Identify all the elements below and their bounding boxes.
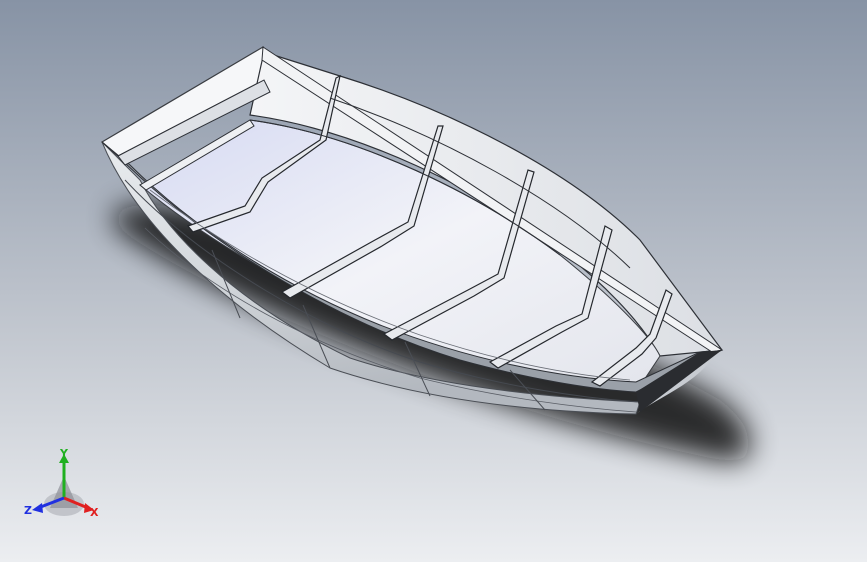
y-axis-label: Y (59, 448, 69, 460)
z-axis-label: Z (24, 504, 32, 517)
cad-graphics-viewport[interactable]: Y X Z (0, 0, 867, 562)
z-axis-arrowhead (32, 503, 43, 513)
orientation-triad[interactable]: Y X Z (22, 448, 104, 526)
model-scene[interactable] (0, 0, 867, 562)
x-axis-label: X (90, 506, 99, 519)
